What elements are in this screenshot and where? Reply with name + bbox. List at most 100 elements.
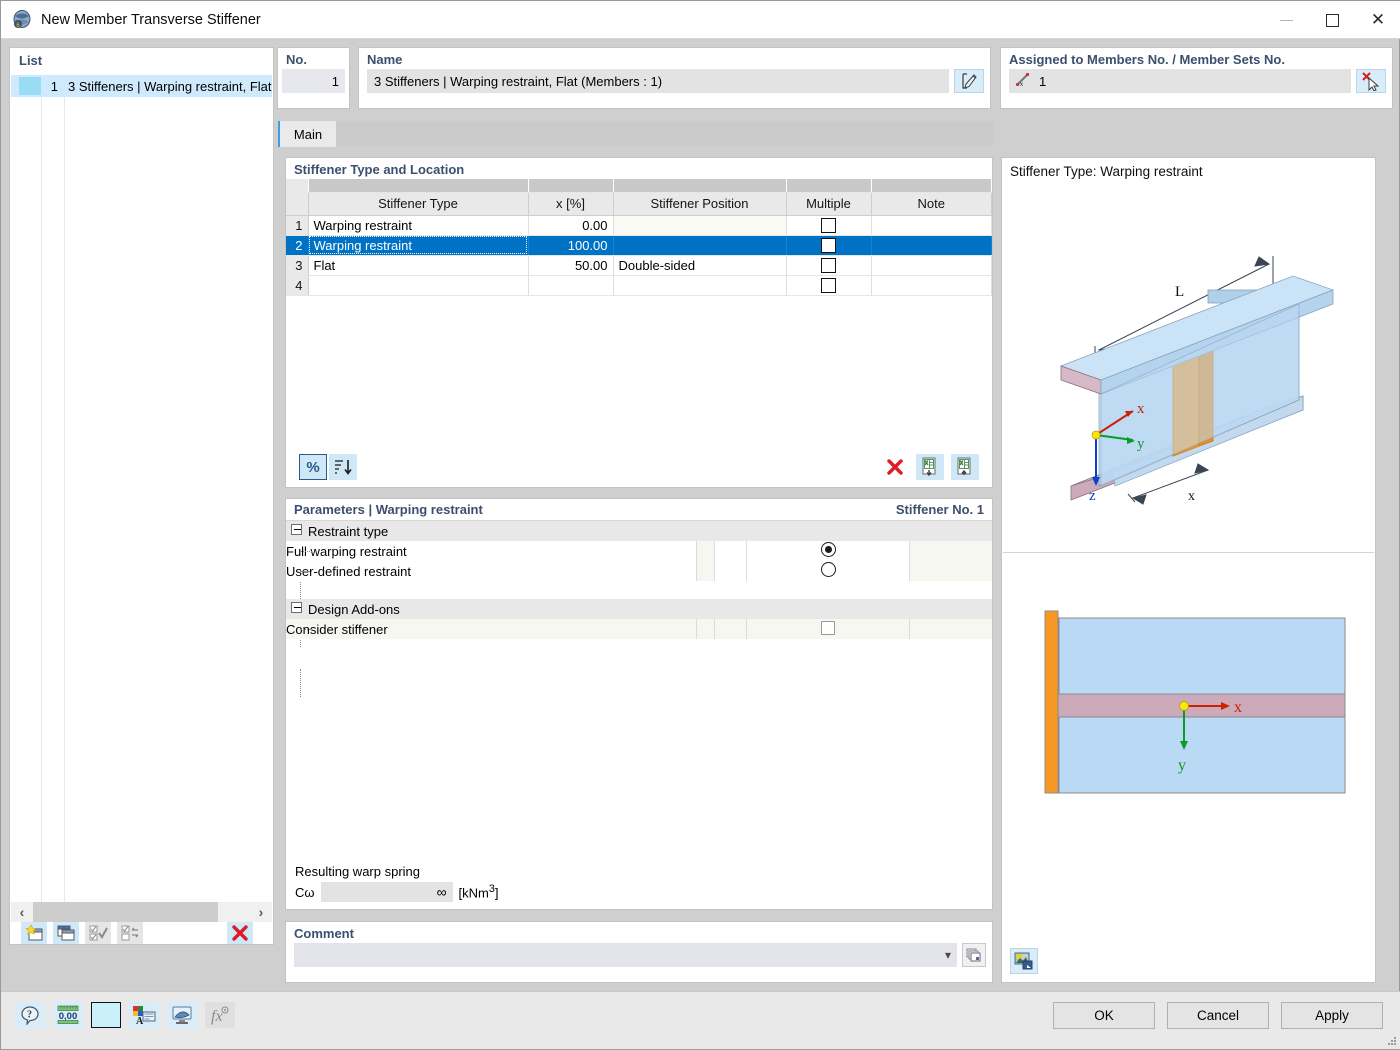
parameters-panel: Parameters | Warping restraint Stiffener… — [285, 498, 993, 910]
param-row-full-warping-restraint[interactable]: Full warping restraint — [286, 541, 992, 561]
cell-x-percent[interactable] — [528, 275, 614, 296]
display-properties-icon[interactable]: A — [129, 1002, 159, 1028]
cell-multiple[interactable] — [786, 275, 872, 296]
relative-coordinates-button[interactable]: % — [299, 454, 327, 480]
sort-rows-button[interactable] — [329, 454, 357, 480]
multiple-checkbox[interactable] — [821, 278, 836, 294]
param-control-cell[interactable] — [746, 561, 911, 581]
name-input[interactable]: 3 Stiffeners | Warping restraint, Flat (… — [367, 69, 949, 93]
cancel-button[interactable]: Cancel — [1167, 1002, 1269, 1029]
table-row[interactable]: 3 Flat 50.00 Double-sided — [286, 255, 992, 276]
units-ruler-icon[interactable]: 0,00 — [53, 1002, 83, 1028]
scroll-right-icon[interactable]: › — [250, 904, 272, 920]
export-to-excel-button[interactable] — [951, 454, 979, 480]
assigned-members-input[interactable]: x 1 — [1009, 69, 1351, 93]
col-header-multiple[interactable]: Multiple — [786, 192, 872, 216]
invert-selection-icon — [117, 921, 143, 944]
cell-x-percent[interactable]: 50.00 — [528, 255, 614, 276]
color-swatch-icon[interactable] — [91, 1002, 121, 1028]
parameters-tree: Restraint type Full warping restraint Us… — [286, 521, 992, 639]
resize-grip[interactable] — [1387, 1036, 1397, 1046]
help-bubble-icon[interactable]: ? — [15, 1002, 45, 1028]
collapse-icon[interactable] — [291, 602, 302, 613]
stiffener-2d-view: x y — [1044, 610, 1346, 794]
param-label: User-defined restraint — [286, 561, 698, 581]
warp-spring-symbol: Cω — [295, 884, 315, 900]
new-window-star-icon[interactable] — [21, 921, 47, 944]
col-header-x-percent[interactable]: x [%] — [528, 192, 614, 216]
multiple-checkbox[interactable] — [821, 258, 836, 274]
tree-guide-2 — [300, 669, 301, 697]
graphic-panel[interactable]: Stiffener Type: Warping restraint L x y … — [1001, 157, 1376, 983]
list-horizontal-scrollbar[interactable]: ‹ › — [11, 902, 272, 922]
copy-windows-icon[interactable] — [53, 921, 79, 944]
param-unit-cell — [909, 541, 992, 561]
cell-stiffener-type[interactable]: Warping restraint — [308, 235, 529, 256]
param-unit-cell — [909, 619, 992, 639]
param-control-cell[interactable] — [746, 541, 911, 561]
comment-library-icon[interactable] — [962, 943, 986, 967]
col-header-stiffener-type[interactable]: Stiffener Type — [308, 192, 529, 216]
scrollbar-thumb[interactable] — [33, 902, 218, 922]
cell-stiffener-position[interactable] — [613, 235, 787, 256]
param-group-restraint-type[interactable]: Restraint type — [286, 521, 992, 541]
cell-note[interactable] — [871, 275, 992, 296]
pick-cursor-icon[interactable] — [1356, 69, 1386, 93]
parameters-title: Parameters | Warping restraint — [294, 502, 483, 517]
row-number: 3 — [286, 255, 309, 276]
import-from-excel-button[interactable] — [916, 454, 944, 480]
multiple-checkbox[interactable] — [821, 218, 836, 234]
snapshot-image-icon[interactable] — [1010, 948, 1038, 974]
param-group-label: Design Add-ons — [308, 601, 400, 617]
param-row-consider-stiffener[interactable]: Consider stiffener — [286, 619, 992, 639]
maximize-icon[interactable] — [1309, 1, 1355, 39]
collapse-icon[interactable] — [291, 524, 302, 535]
parameters-subtitle: Stiffener No. 1 — [895, 502, 984, 517]
col-header-stiffener-position[interactable]: Stiffener Position — [613, 192, 787, 216]
cell-stiffener-type[interactable] — [308, 275, 529, 296]
number-panel: No. 1 — [277, 47, 350, 109]
param-control-cell[interactable] — [746, 619, 911, 639]
chevron-down-icon[interactable]: ▾ — [945, 948, 951, 962]
cell-x-percent[interactable]: 100.00 — [528, 235, 614, 256]
param-row-user-defined-restraint[interactable]: User-defined restraint — [286, 561, 992, 581]
col-header-note[interactable]: Note — [871, 192, 992, 216]
apply-label: Apply — [1315, 1008, 1349, 1023]
delete-row-button[interactable] — [881, 454, 909, 480]
red-x-icon[interactable] — [227, 921, 253, 944]
cell-note[interactable] — [871, 255, 992, 276]
tab-main[interactable]: Main — [278, 121, 336, 147]
row-number: 2 — [286, 235, 309, 256]
cell-stiffener-position[interactable] — [613, 215, 787, 236]
minimize-icon[interactable] — [1263, 1, 1309, 39]
cell-note[interactable] — [871, 235, 992, 256]
close-icon[interactable]: ✕ — [1355, 1, 1400, 39]
param-group-design-addons[interactable]: Design Add-ons — [286, 599, 992, 619]
cell-stiffener-type[interactable]: Flat — [308, 255, 529, 276]
cell-stiffener-type[interactable]: Warping restraint — [308, 215, 529, 236]
table-row[interactable]: 1 Warping restraint 0.00 — [286, 215, 992, 236]
table-row[interactable]: 4 — [286, 275, 992, 296]
scroll-left-icon[interactable]: ‹ — [11, 904, 33, 920]
comment-input[interactable]: ▾ — [294, 943, 957, 967]
cell-stiffener-position[interactable]: Double-sided — [613, 255, 787, 276]
consider-stiffener-checkbox[interactable] — [821, 620, 836, 635]
cell-multiple[interactable] — [786, 235, 872, 256]
assigned-panel: Assigned to Members No. / Member Sets No… — [1000, 47, 1393, 109]
apply-button[interactable]: Apply — [1281, 1002, 1383, 1029]
edit-pencil-icon[interactable] — [954, 69, 984, 93]
cell-x-percent[interactable]: 0.00 — [528, 215, 614, 236]
list-item[interactable]: 1 3 Stiffeners | Warping restraint, Flat — [11, 75, 272, 97]
table-row[interactable]: 2 Warping restraint 100.00 — [286, 235, 992, 256]
user-defined-restraint-radio[interactable] — [820, 562, 836, 577]
param-group-label: Restraint type — [308, 523, 389, 539]
render-view-icon[interactable] — [167, 1002, 197, 1028]
full-warping-restraint-radio[interactable] — [820, 542, 836, 557]
cell-stiffener-position[interactable] — [613, 275, 787, 296]
cell-note[interactable] — [871, 215, 992, 236]
ok-button[interactable]: OK — [1053, 1002, 1155, 1029]
cell-multiple[interactable] — [786, 215, 872, 236]
multiple-checkbox[interactable] — [821, 238, 836, 254]
number-input[interactable]: 1 — [282, 69, 345, 93]
cell-multiple[interactable] — [786, 255, 872, 276]
